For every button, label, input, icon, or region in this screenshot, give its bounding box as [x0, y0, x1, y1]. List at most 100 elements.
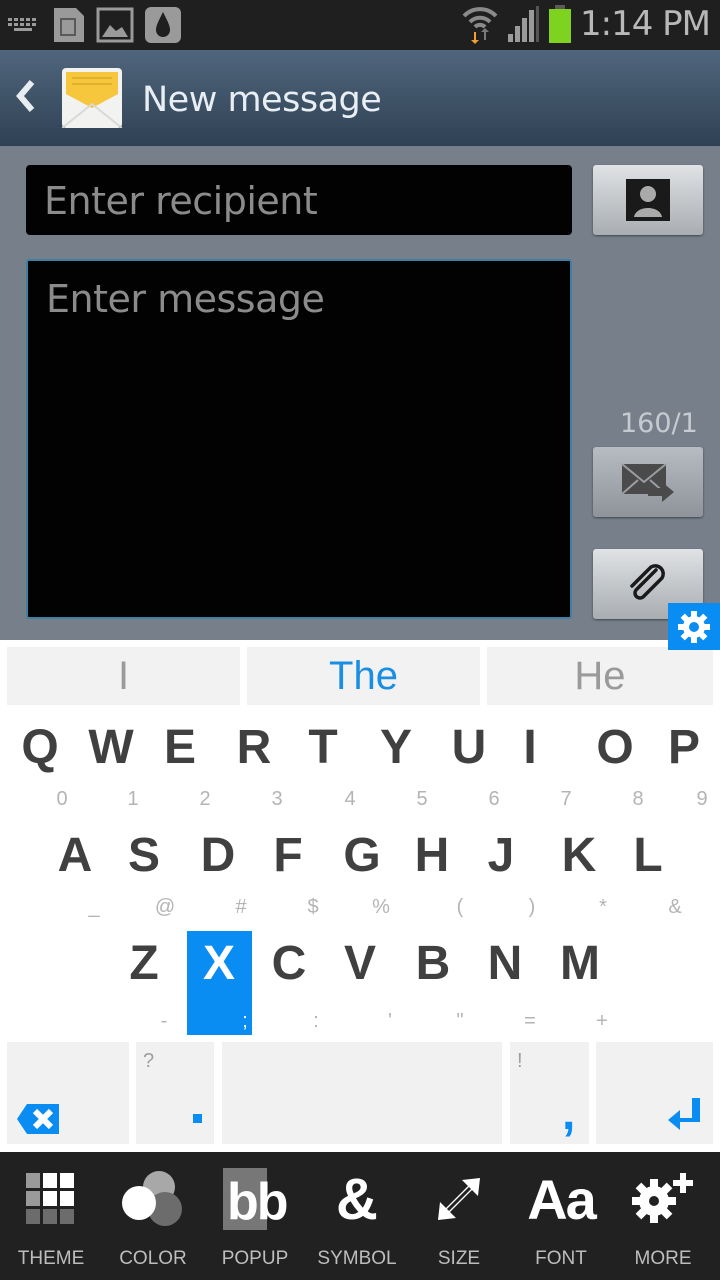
suggestion-3[interactable]: He: [487, 647, 713, 705]
key-p[interactable]: P: [650, 720, 718, 775]
key-l[interactable]: L: [614, 828, 682, 883]
key-d[interactable]: D: [184, 828, 252, 883]
toolbar-popup[interactable]: bb POPUP: [204, 1152, 306, 1280]
toolbar-label: SIZE: [437, 1248, 481, 1269]
key-r[interactable]: R: [220, 720, 288, 775]
wifi-icon: [462, 7, 498, 44]
char-counter: 160/1: [620, 408, 698, 439]
key-s[interactable]: S: [110, 828, 178, 883]
key-secondary-label: 2: [199, 788, 211, 810]
key-j[interactable]: J: [467, 828, 535, 883]
toolbar-label: COLOR: [119, 1248, 187, 1269]
toolbar-theme[interactable]: THEME: [0, 1152, 102, 1280]
status-bar: 1:14 PM: [0, 0, 720, 50]
key-o[interactable]: O: [581, 720, 649, 775]
key-secondary-label: 4: [344, 788, 356, 810]
key-secondary-label: 6: [488, 788, 500, 810]
key-n[interactable]: N: [471, 936, 539, 991]
period-glyph: [193, 1114, 202, 1123]
recipient-input[interactable]: Enter recipient: [26, 165, 572, 235]
key-h[interactable]: H: [398, 828, 466, 883]
message-input[interactable]: Enter message: [26, 259, 572, 619]
key-secondary-label: $: [307, 896, 319, 918]
action-bar: New message: [0, 50, 720, 146]
key-a[interactable]: A: [41, 828, 109, 883]
key-secondary-label: ": [456, 1010, 464, 1032]
suggestion-text: The: [329, 654, 398, 698]
key-t[interactable]: T: [289, 720, 357, 775]
key-secondary-label: 1: [127, 788, 139, 810]
key-x[interactable]: X: [185, 936, 253, 991]
comma-key[interactable]: ! ,: [510, 1042, 589, 1144]
compose-area: Enter recipient Enter message 160/1: [0, 146, 720, 640]
key-secondary-label: %: [372, 896, 390, 918]
key-u[interactable]: U: [435, 720, 503, 775]
key-z[interactable]: Z: [110, 936, 178, 991]
key-secondary-label: ;: [242, 1010, 248, 1032]
key-b[interactable]: B: [399, 936, 467, 991]
toolbar-symbol[interactable]: & SYMBOL: [306, 1152, 408, 1280]
keyboard-toolbar: THEME COLOR bb POPUP & SYMBOL SIZE Aa FO…: [0, 1152, 720, 1280]
key-q[interactable]: Q: [6, 720, 74, 775]
clock: 1:14 PM: [580, 4, 711, 44]
toolbar-label: POPUP: [221, 1248, 289, 1269]
send-button[interactable]: [593, 447, 703, 517]
key-secondary-label: 0: [56, 788, 68, 810]
resize-arrows-icon: [438, 1178, 480, 1220]
key-secondary-label: _: [88, 896, 100, 918]
toolbar-label: FONT: [535, 1248, 587, 1269]
key-g[interactable]: G: [328, 828, 396, 883]
suggestion-2[interactable]: The: [247, 647, 480, 705]
key-i[interactable]: I: [496, 720, 564, 775]
key-k[interactable]: K: [545, 828, 613, 883]
toolbar-color[interactable]: COLOR: [102, 1152, 204, 1280]
backspace-key[interactable]: [7, 1042, 129, 1144]
gear-plus-icon: [632, 1173, 693, 1223]
paperclip-icon: [630, 564, 665, 600]
suggestion-text: He: [574, 654, 626, 698]
period-key[interactable]: ?: [136, 1042, 214, 1144]
sim-card-icon: [54, 8, 84, 42]
envelope-icon: [62, 68, 122, 128]
key-secondary-label: ': [388, 1010, 392, 1032]
suggestion-1[interactable]: I: [7, 647, 240, 705]
key-secondary-label: #: [235, 896, 247, 918]
key-y[interactable]: Y: [362, 720, 430, 775]
keyboard: I The He ? ! , Q 0 W 1 E 2 R 3 T 4 Y 5 U 6 I 7 O 8 P 9 A _ S @ D…: [0, 640, 720, 1152]
key-e[interactable]: E: [146, 720, 214, 775]
key-f[interactable]: F: [254, 828, 322, 883]
popup-bb-icon: bb: [213, 1168, 297, 1231]
contacts-button[interactable]: [593, 165, 703, 235]
toolbar-label: MORE: [634, 1248, 692, 1269]
key-secondary-label: (: [456, 896, 464, 918]
space-key[interactable]: [222, 1042, 502, 1144]
enter-key[interactable]: [596, 1042, 713, 1144]
toolbar-more[interactable]: MORE: [612, 1152, 714, 1280]
color-circles-icon: [122, 1171, 182, 1226]
toolbar-label: THEME: [17, 1248, 85, 1269]
keyboard-settings-button[interactable]: [668, 603, 720, 650]
toolbar-size[interactable]: SIZE: [408, 1152, 510, 1280]
toolbar-font[interactable]: Aa FONT: [510, 1152, 612, 1280]
theme-grid-icon: [26, 1173, 74, 1224]
toolbar-label: SYMBOL: [317, 1248, 397, 1269]
back-button[interactable]: [14, 78, 38, 124]
key-secondary-label: +: [596, 1010, 608, 1032]
send-message-icon: [621, 463, 674, 502]
font-aa-icon: Aa: [527, 1167, 597, 1231]
battery-icon: [549, 5, 571, 43]
key-secondary-label: 5: [416, 788, 428, 810]
key-secondary-label: *: [599, 896, 607, 918]
backspace-icon: [17, 1104, 59, 1134]
key-w[interactable]: W: [77, 720, 145, 775]
key-secondary-label: &: [668, 896, 682, 918]
key-secondary-label: :: [313, 1010, 319, 1032]
key-m[interactable]: M: [546, 936, 614, 991]
key-v[interactable]: V: [326, 936, 394, 991]
comma-glyph: ,: [562, 1087, 576, 1140]
key-c[interactable]: C: [255, 936, 323, 991]
gallery-icon: [96, 7, 134, 43]
gear-icon: [678, 610, 710, 643]
key-secondary-label: 8: [632, 788, 644, 810]
keyboard-icon: [8, 18, 36, 31]
